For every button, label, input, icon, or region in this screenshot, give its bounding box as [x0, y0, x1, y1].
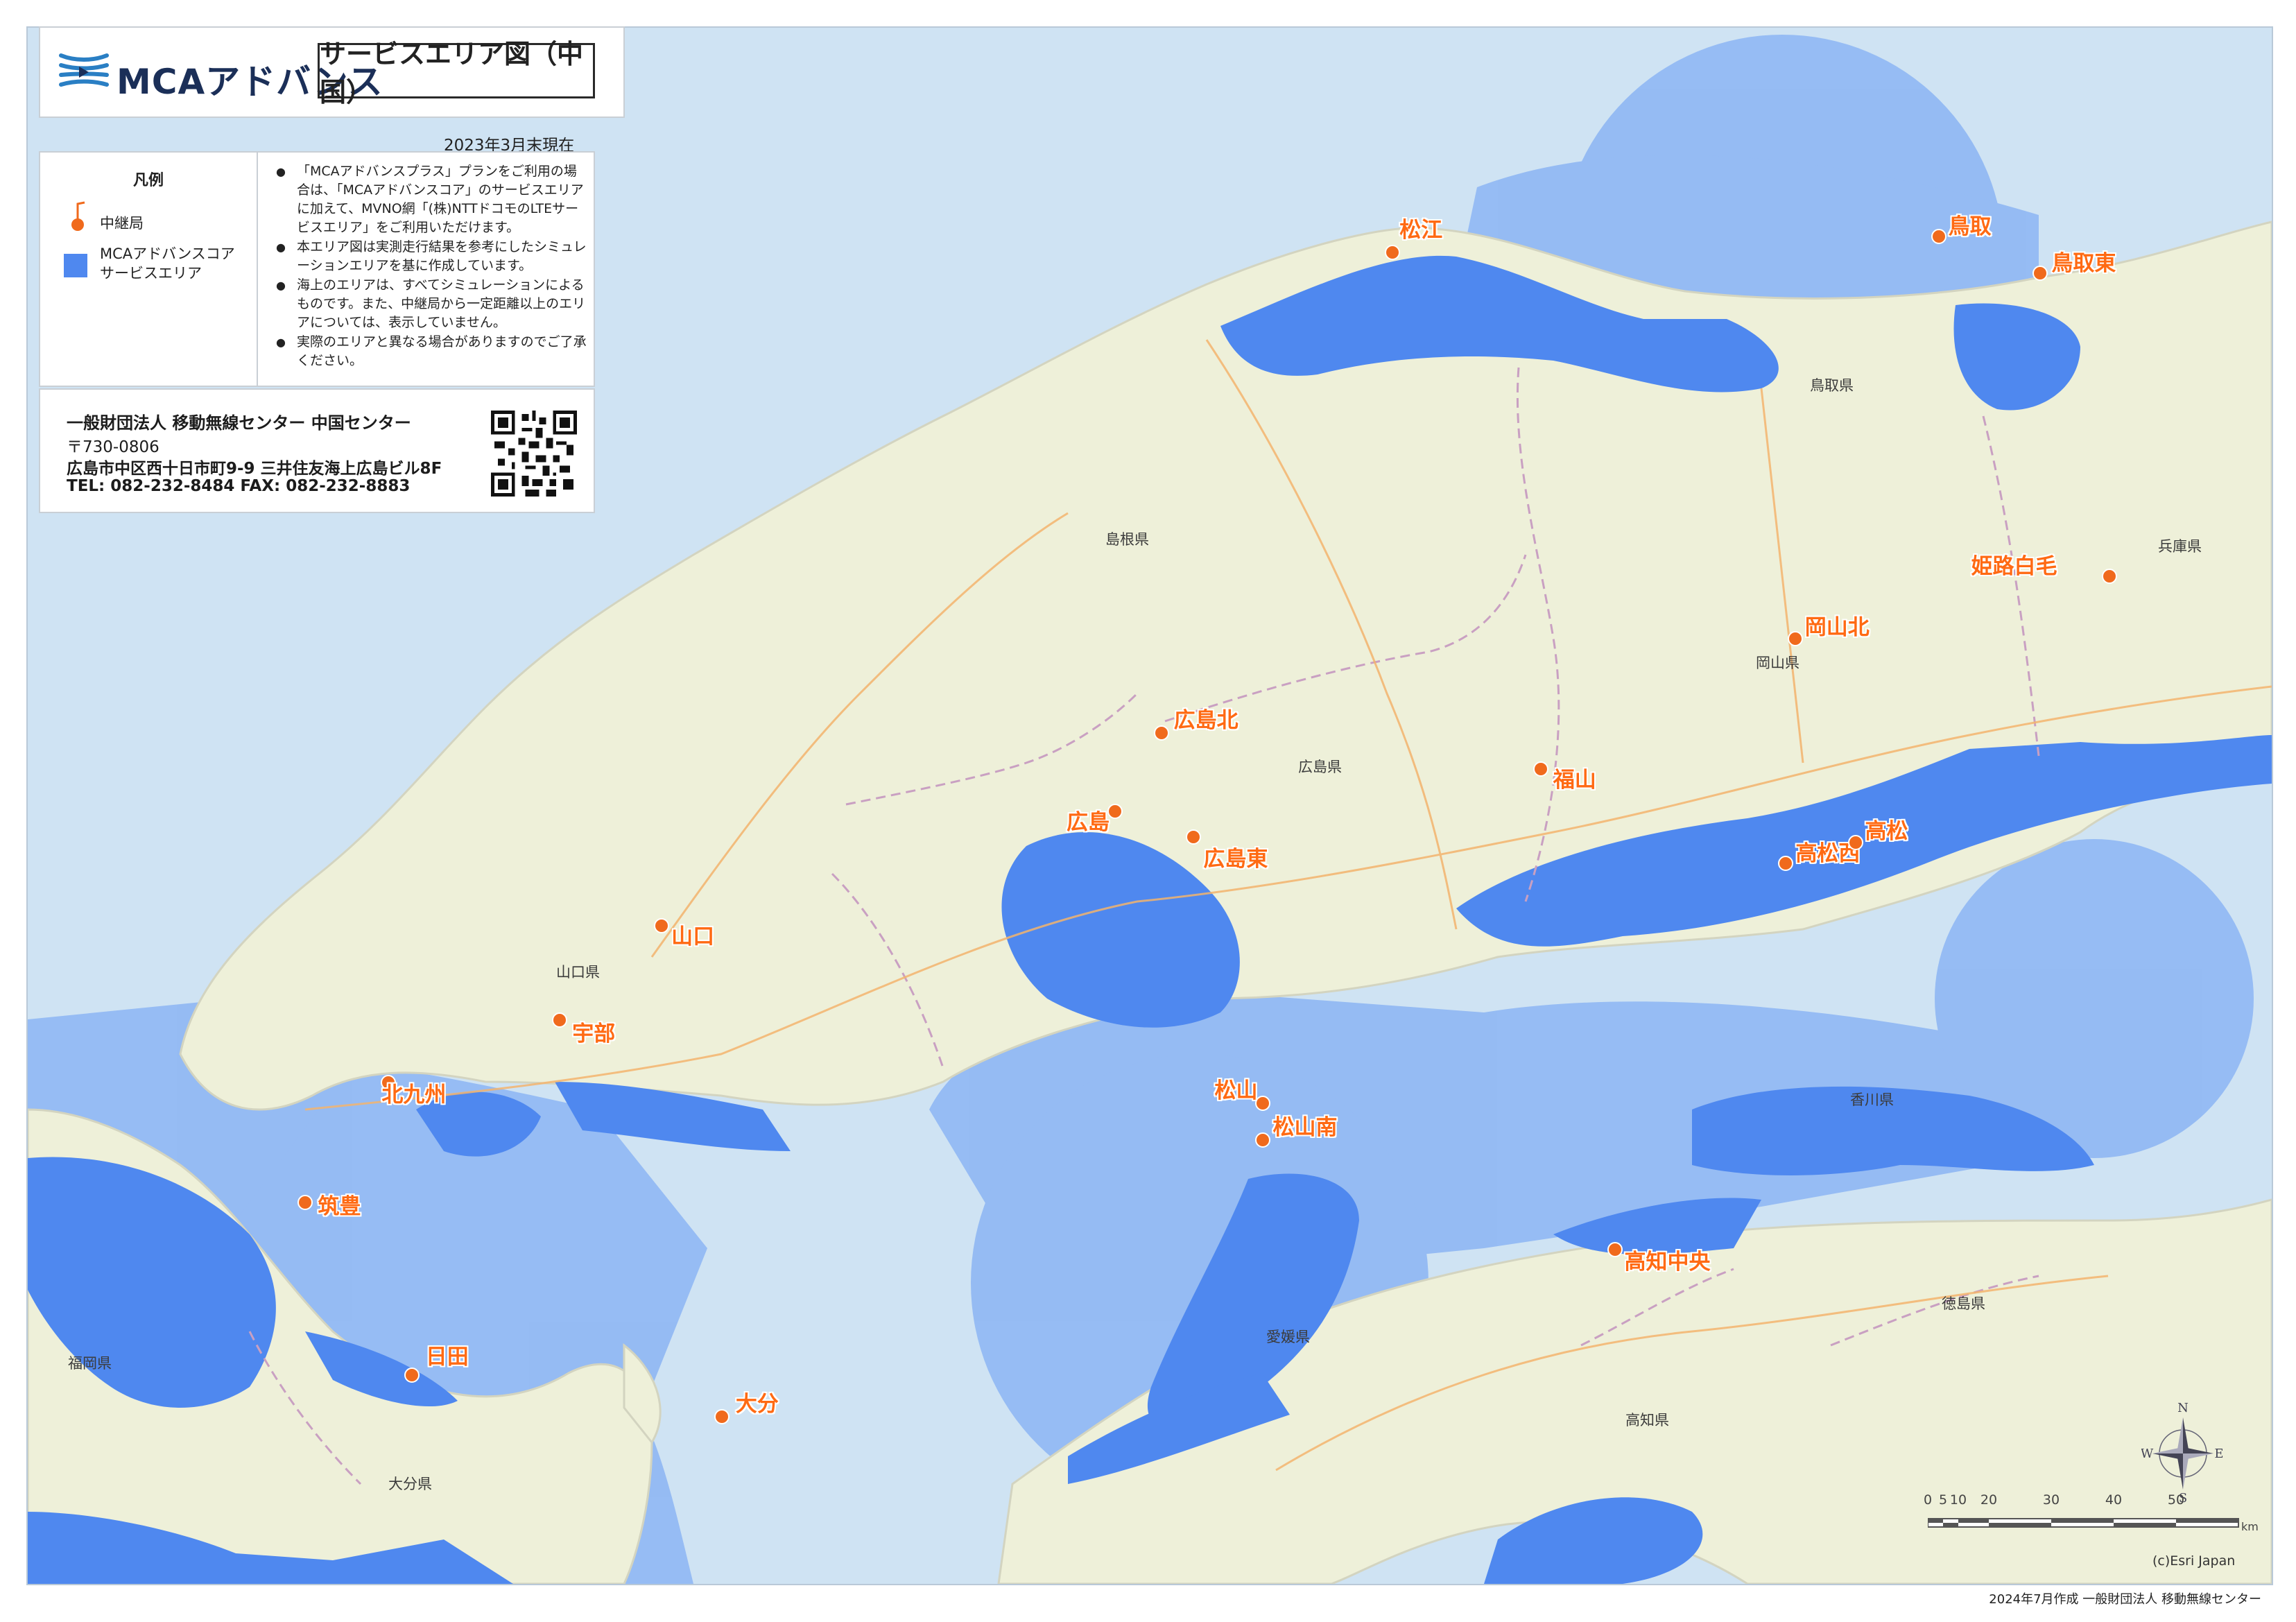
repeater-label: 山口: [671, 924, 715, 950]
legend: 凡例 中継局 MCAアドバンスコア サービスエリア: [40, 153, 258, 386]
note-item: 本エリア図は実測走行結果を参考にしたシミュレーションエリアを基に作成しています。: [276, 238, 588, 275]
repeater-label: 松山南: [1272, 1114, 1338, 1140]
scale-bar-graphic: [1927, 1518, 2239, 1528]
compass-rose-icon: N S E W: [2141, 1401, 2224, 1505]
pref-label-hyogo: 兵庫県: [2158, 538, 2202, 555]
compass-n: N: [2177, 1401, 2189, 1415]
pref-label-tokushima: 徳島県: [1942, 1295, 1985, 1312]
repeater-label: 広島: [1066, 809, 1110, 835]
scale-tick: 10: [1949, 1492, 1967, 1508]
pref-label-shimane: 島根県: [1105, 531, 1149, 548]
repeater-label: 筑豊: [318, 1194, 361, 1220]
notes-list: 「MCAアドバンスプラス」プランをご利用の場合は、「MCAアドバンスコア」のサー…: [276, 162, 588, 371]
pref-label-yamaguchi: 山口県: [556, 964, 600, 981]
repeater-label: 高知中央: [1624, 1250, 1711, 1275]
repeater-label: 松江: [1399, 217, 1443, 243]
pref-label-ehime: 愛媛県: [1266, 1329, 1310, 1345]
legend-repeater-label: 中継局: [100, 215, 144, 232]
contact-tel-fax: TEL: 082-232-8484 FAX: 082-232-8883: [67, 477, 411, 495]
scale-bar: 0 5 10 20 30 40 50 km: [1924, 1492, 2259, 1533]
note-item: 海上のエリアは、すべてシミュレーションによるものです。また、中継局から一定距離以…: [276, 276, 588, 332]
legend-heading: 凡例: [132, 172, 164, 189]
pref-label-fukuoka: 福岡県: [68, 1355, 112, 1372]
repeater-label: 広島北: [1173, 707, 1238, 733]
repeater-marker-icon[interactable]: [1153, 725, 1169, 741]
contact-address: 広島市中区西十日市町9-9 三井住友海上広島ビル8F: [67, 460, 442, 478]
scale-tick: 20: [1980, 1492, 1998, 1508]
note-item: 実際のエリアと異なる場合がありますのでご了承ください。: [276, 333, 588, 370]
repeater-label: 宇部: [572, 1021, 616, 1046]
scale-tick: 0: [1923, 1492, 1933, 1508]
legend-panel: 凡例 中継局 MCAアドバンスコア サービスエリア 「MCAアドバンスプラス」プ…: [39, 151, 595, 387]
repeater-marker-icon[interactable]: [1107, 803, 1123, 819]
repeater-label: 岡山北: [1804, 615, 1870, 641]
legend-coverage-label: MCAアドバンスコア サービスエリア: [100, 245, 235, 282]
repeater-label: 鳥取: [1948, 214, 1992, 240]
repeater-marker-icon[interactable]: [714, 1409, 730, 1425]
repeater-marker-icon[interactable]: [552, 1012, 568, 1028]
repeater-label: 日田: [425, 1344, 469, 1370]
repeater-marker-icon: [71, 201, 85, 231]
contact-panel: 一般財団法人 移動無線センター 中国センター 〒730-0806 広島市中区西十…: [39, 388, 595, 513]
footer-credit: 2024年7月作成 一般財団法人 移動無線センター: [1989, 1592, 2261, 1607]
pref-label-kagawa: 香川県: [1850, 1092, 1894, 1108]
qr-code-icon[interactable]: [491, 411, 577, 497]
repeater-marker-icon[interactable]: [1533, 761, 1548, 777]
repeater-marker-icon[interactable]: [1787, 631, 1803, 647]
repeater-label: 鳥取東: [2051, 250, 2116, 276]
mca-logo-icon: [59, 53, 109, 87]
scale-tick: 40: [2105, 1492, 2123, 1508]
repeater-label: 北九州: [381, 1082, 447, 1108]
coverage-swatch: [64, 254, 87, 277]
repeater-label: 姫路白毛: [1971, 553, 2057, 579]
pref-label-okayama: 岡山県: [1756, 655, 1799, 671]
repeater-marker-icon[interactable]: [1931, 229, 1947, 245]
scale-unit: km: [2241, 1520, 2259, 1533]
repeater-marker-icon[interactable]: [1847, 834, 1863, 850]
repeater-marker-icon[interactable]: [1607, 1242, 1623, 1258]
repeater-label: 高松: [1865, 818, 1908, 844]
repeater-marker-icon[interactable]: [404, 1367, 420, 1383]
scale-tick: 5: [1938, 1492, 1948, 1508]
scale-tick: 30: [2042, 1492, 2060, 1508]
compass-w: W: [2141, 1447, 2154, 1461]
map-title: サービスエリア図（中国）: [318, 39, 595, 107]
pref-label-oita: 大分県: [388, 1476, 432, 1492]
repeater-label: 福山: [1553, 768, 1596, 793]
repeater-label: 広島東: [1203, 847, 1268, 872]
contact-postal: 〒730-0806: [67, 438, 159, 456]
repeater-label: 松山: [1214, 1078, 1258, 1104]
repeater-label: 大分: [735, 1392, 779, 1417]
pref-label-tottori: 鳥取県: [1810, 377, 1854, 394]
repeater-marker-icon[interactable]: [1385, 244, 1401, 260]
pref-label-hiroshima: 広島県: [1298, 759, 1342, 775]
title-panel: MCAアドバンス サービスエリア図（中国）: [39, 26, 625, 118]
repeater-marker-icon[interactable]: [2102, 568, 2118, 584]
compass-e: E: [2214, 1447, 2223, 1461]
contact-org: 一般財団法人 移動無線センター 中国センター: [67, 413, 411, 433]
map-copyright: (c)Esri Japan: [2152, 1553, 2236, 1569]
scale-tick: 50: [2167, 1492, 2185, 1508]
pref-label-kochi: 高知県: [1625, 1412, 1669, 1429]
note-item: 「MCAアドバンスプラス」プランをご利用の場合は、「MCAアドバンスコア」のサー…: [276, 162, 588, 237]
